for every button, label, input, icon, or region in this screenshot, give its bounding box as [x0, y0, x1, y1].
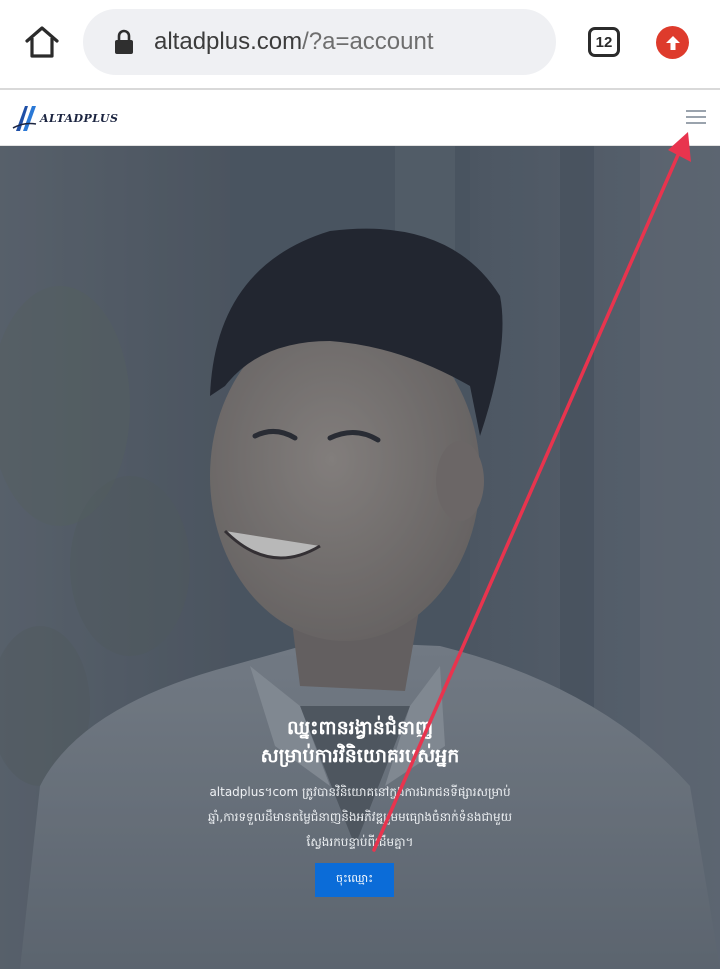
browser-toolbar: altadplus.com/?a=account 12 [0, 0, 720, 89]
hero-title-line1: ឈ្នះពានរង្វាន់ជំនាញ [286, 717, 434, 739]
address-bar[interactable]: altadplus.com/?a=account [83, 9, 556, 75]
register-button[interactable]: ចុះឈ្មោះ [315, 863, 394, 897]
lock-icon [115, 29, 133, 54]
url-text: altadplus.com/?a=account [154, 27, 434, 57]
hero-description-line1: altadplus។com ត្រូវបានវិនិយោគនៅក្នុងការឯ… [209, 785, 511, 799]
logo-text: ALTADPLUS [40, 111, 119, 125]
hero-title: ឈ្នះពានរង្វាន់ជំនាញ សម្រាប់ការវិនិយោគរបស… [0, 714, 720, 770]
tab-switcher-button[interactable]: 12 [588, 27, 620, 57]
hamburger-menu-button[interactable] [686, 109, 708, 125]
tab-count: 12 [595, 33, 613, 51]
screen: altadplus.com/?a=account 12 ALTADPLUS ឈ្… [0, 0, 720, 969]
hero-description-line2: ឆ្នាំ,ការទទួលដឹមានតម្លៃជំនាញនិងអភិវឌ្ឍរួ… [207, 810, 513, 824]
home-button[interactable] [22, 22, 62, 62]
url-path: /?a=account [302, 28, 434, 55]
site-logo[interactable]: ALTADPLUS [12, 104, 118, 132]
update-button[interactable] [656, 26, 689, 59]
hero-description: altadplus។com ត្រូវបានវិនិយោគនៅក្នុងការឯ… [190, 780, 530, 855]
update-arrow-icon [665, 35, 680, 50]
hero-description-line3: ស្វែងរកបន្ទាប់ពីដើមគ្នា។ [306, 835, 414, 849]
hero-section: ឈ្នះពានរង្វាន់ជំនាញ សម្រាប់ការវិនិយោគរបស… [0, 146, 720, 969]
url-domain: altadplus.com [154, 28, 303, 55]
home-icon [25, 26, 59, 58]
hero-title-line2: សម្រាប់ការវិនិយោគរបស់អ្នក [260, 745, 460, 767]
site-header: ALTADPLUS [0, 90, 720, 146]
logo-mark-icon [12, 106, 37, 131]
